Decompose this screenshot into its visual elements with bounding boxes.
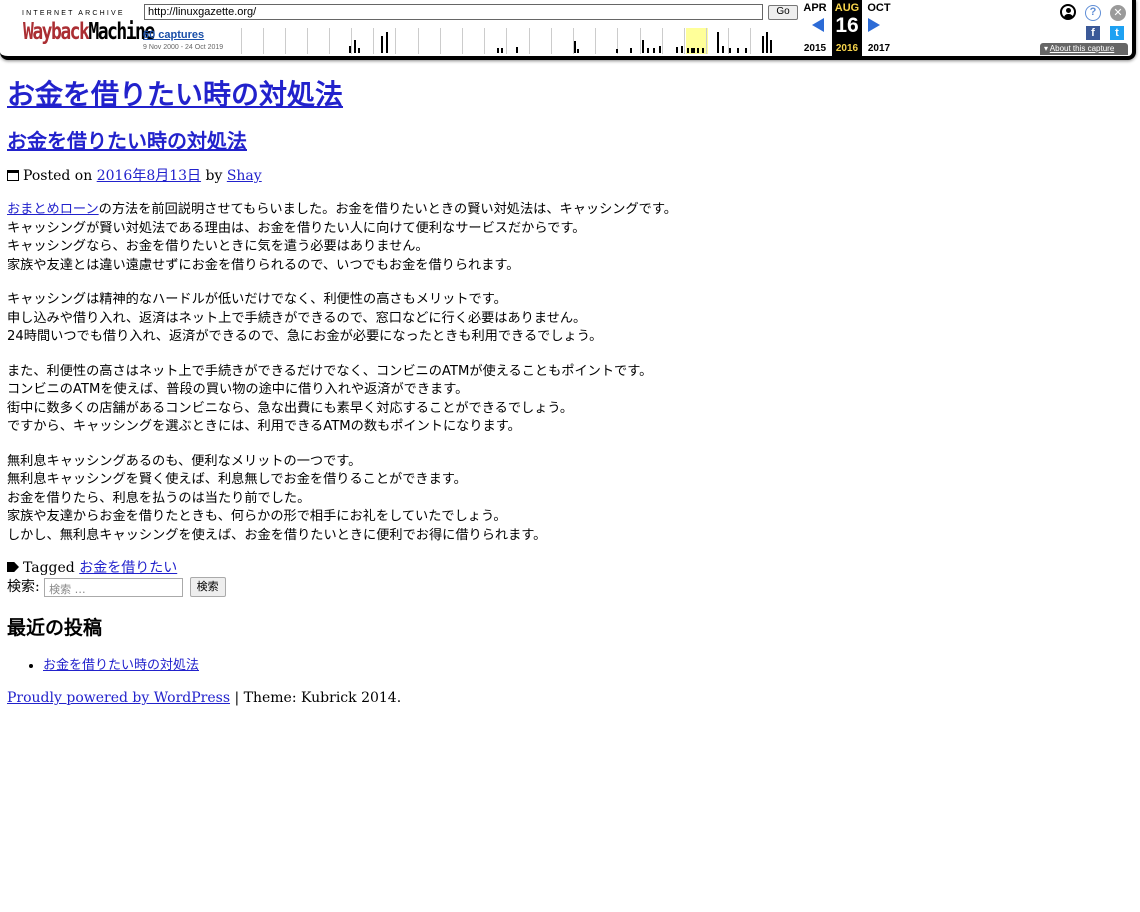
paragraph-line: 24時間いつでも借り入れ、返済ができるので、急にお金が必要になったときも利用でき… — [7, 329, 603, 344]
post-paragraph-3: また、利便性の高さはネット上で手続きができるだけでなく、コンビニのATMが使える… — [7, 363, 1107, 437]
posted-on-label: Posted on — [23, 168, 93, 184]
sparkline-year-dividers — [241, 28, 751, 54]
tag-icon — [7, 562, 19, 572]
calendar-nav: APR 2015 AUG 16 2016 OCT 2017 — [800, 0, 896, 56]
captures-link[interactable]: 60 captures — [143, 29, 204, 41]
go-button[interactable]: Go — [768, 5, 798, 20]
paragraph-line: 街中に数多くの店舗があるコンビニなら、急な出費にも素早く対応することができるでし… — [7, 400, 574, 416]
paragraph-line: コンビニのATMを使えば、普段の買い物の途中に借り入れや返済ができます。 — [7, 382, 469, 397]
paragraph-line: 無利息キャッシングを賢く使えば、利息無しでお金を借りることができます。 — [7, 472, 467, 487]
about-capture-button[interactable]: ▾ About this capture — [1040, 43, 1128, 55]
post-paragraph-1: おまとめローンの方法を前回説明させてもらいました。お金を借りたいときの賢い対処法… — [7, 201, 1107, 275]
about-capture-label: About this capture — [1049, 44, 1115, 53]
paragraph-line: 家族や友達とは違い遠慮せずにお金を借りられるので、いつでもお金を借りられます。 — [7, 257, 520, 273]
paragraph-line: キャッシングが賢い対処法である理由は、お金を借りたい人に向けて便利なサービスだか… — [7, 220, 586, 236]
url-input[interactable]: http://linuxgazette.org/ — [144, 4, 763, 20]
current-capture-column: AUG 16 2016 — [832, 0, 862, 56]
facebook-share-icon[interactable]: f — [1086, 26, 1100, 40]
wayback-logo[interactable]: INTERNET ARCHIVE WaybackMachine — [22, 8, 155, 48]
close-icon[interactable]: ✕ — [1110, 5, 1126, 21]
post-paragraph-4: 無利息キャッシングあるのも、便利なメリットの一つです。 無利息キャッシングを賢く… — [7, 453, 1107, 546]
post-title-link[interactable]: お金を借りたい時の対処法 — [7, 129, 247, 153]
page-content: お金を借りたい時の対処法 お金を借りたい時の対処法 Posted on 2016… — [7, 64, 1107, 707]
recent-posts-list: お金を借りたい時の対処法 — [7, 657, 1107, 675]
paragraph-line: 申し込みや借り入れ、返済はネット上で手続きができるので、窓口などに行く必要はあり… — [7, 310, 587, 326]
current-year-label: 2016 — [835, 43, 859, 54]
twitter-share-icon[interactable]: t — [1110, 26, 1124, 40]
site-footer: Proudly powered by WordPress | Theme: Ku… — [7, 689, 1107, 707]
paragraph-line: おまとめローンの方法を前回説明させてもらいました。お金を借りたいときの賢い対処法… — [7, 202, 677, 217]
calendar-icon — [7, 170, 19, 181]
paragraph-line: 無利息キャッシングあるのも、便利なメリットの一つです。 — [7, 453, 362, 469]
tag-link[interactable]: お金を借りたい — [79, 560, 177, 576]
post-title: お金を借りたい時の対処法 — [7, 112, 1107, 155]
list-item: お金を借りたい時の対処法 — [43, 657, 1107, 675]
site-title-link[interactable]: お金を借りたい時の対処法 — [7, 78, 343, 111]
prev-capture-column[interactable]: APR 2015 — [800, 0, 830, 56]
capture-date-range: 9 Nov 2000 - 24 Oct 2019 — [143, 44, 224, 51]
next-capture-arrow-icon[interactable] — [868, 18, 880, 32]
paragraph-line: しかし、無利息キャッシングを使えば、お金を借りたいときに便利でお得に借りられます… — [7, 527, 547, 543]
author-link[interactable]: Shay — [227, 168, 262, 184]
search-label: 検索: — [7, 579, 40, 595]
paragraph-line: キャッシングは精神的なハードルが低いだけでなく、利便性の高さもメリットです。 — [7, 292, 507, 307]
site-title: お金を借りたい時の対処法 — [7, 64, 1107, 112]
tagged-label: Tagged — [23, 560, 75, 576]
sparkline-capture-bars — [349, 32, 772, 53]
user-account-icon[interactable] — [1060, 4, 1076, 20]
theme-credit: | Theme: Kubrick 2014. — [234, 690, 402, 706]
prev-month-label: APR — [803, 2, 827, 14]
prev-year-label[interactable]: 2015 — [800, 43, 830, 54]
search-button[interactable]: 検索 — [189, 577, 226, 597]
post-tags: Tagged お金を借りたい — [7, 559, 1107, 577]
paragraph-line: お金を借りたら、利息を払うのは当たり前でした。 — [7, 490, 311, 506]
post-meta: Posted on 2016年8月13日 by Shay — [7, 167, 1107, 185]
prev-capture-arrow-icon[interactable] — [812, 18, 824, 32]
recent-post-link[interactable]: お金を借りたい時の対処法 — [43, 658, 199, 673]
paragraph-line: 家族や友達からお金を借りたときも、何らかの形で相手にお礼をしていたでしょう。 — [7, 509, 507, 524]
paragraph-line: キャッシングなら、お金を借りたいときに気を遣う必要はありません。 — [7, 239, 429, 254]
search-form: 検索: 検索 … 検索 — [7, 577, 1107, 597]
paragraph-line: また、利便性の高さはネット上で手続きができるだけでなく、コンビニのATMが使える… — [7, 363, 653, 379]
wayback-toolbar: INTERNET ARCHIVE WaybackMachine http://l… — [0, 0, 1136, 60]
recent-posts-title: 最近の投稿 — [7, 617, 103, 639]
paragraph-line: ですから、キャッシングを選ぶときには、利用できるATMの数もポイントになります。 — [7, 419, 521, 434]
next-year-label[interactable]: 2017 — [864, 43, 894, 54]
wordpress-link[interactable]: Proudly powered by WordPress — [7, 690, 230, 706]
help-icon[interactable]: ? — [1085, 5, 1101, 21]
current-month-label: AUG — [834, 2, 860, 14]
current-day-label: 16 — [835, 14, 859, 37]
search-input[interactable]: 検索 … — [44, 577, 184, 597]
logo-top-text: INTERNET ARCHIVE — [22, 10, 125, 17]
omatome-loan-link[interactable]: おまとめローン — [7, 202, 99, 217]
by-label: by — [205, 168, 223, 184]
next-month-label: OCT — [867, 2, 891, 14]
post-paragraph-2: キャッシングは精神的なハードルが低いだけでなく、利便性の高さもメリットです。 申… — [7, 291, 1107, 347]
capture-sparkline[interactable] — [241, 28, 773, 54]
post-date-link[interactable]: 2016年8月13日 — [97, 168, 201, 184]
logo-main-text: WaybackMachine — [23, 18, 155, 46]
